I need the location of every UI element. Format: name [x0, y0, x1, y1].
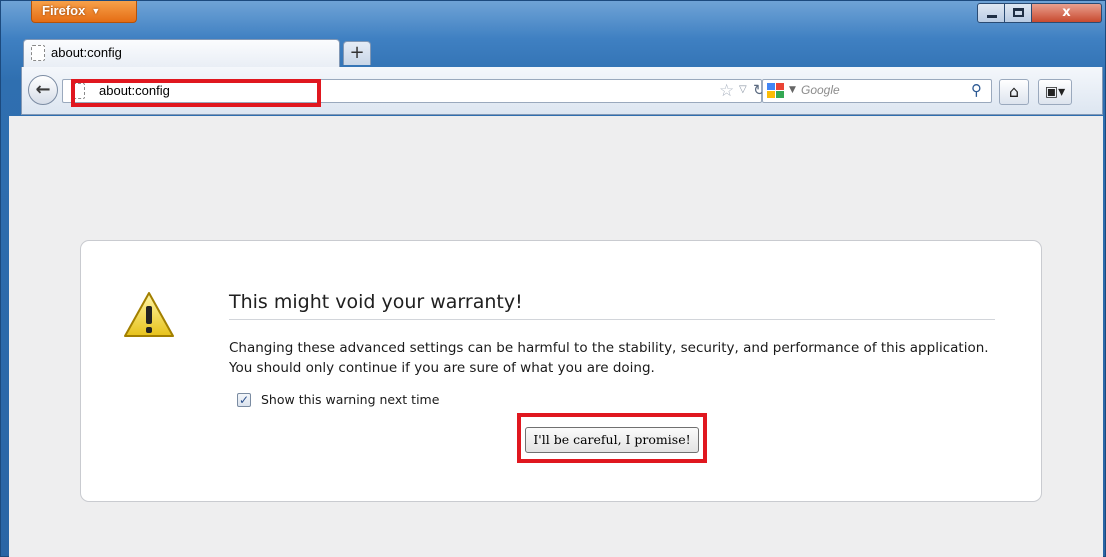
- close-button[interactable]: x: [1032, 3, 1102, 23]
- maximize-button[interactable]: [1005, 3, 1032, 23]
- firefox-menu-button[interactable]: Firefox ▼: [31, 1, 137, 23]
- bookmark-star-icon[interactable]: ☆: [719, 81, 734, 101]
- url-bar-highlight: [71, 79, 321, 107]
- warning-description: Changing these advanced settings can be …: [229, 340, 989, 376]
- back-arrow-icon: ←: [35, 79, 51, 100]
- minimize-button[interactable]: [977, 3, 1005, 23]
- bookmarks-button[interactable]: ▣▾: [1038, 79, 1072, 105]
- browser-window: Firefox ▼ x about:config + ← about:config…: [0, 0, 1106, 557]
- tab-about-config[interactable]: about:config: [23, 39, 340, 67]
- new-tab-button[interactable]: +: [343, 41, 371, 65]
- home-button[interactable]: ⌂: [999, 79, 1029, 105]
- google-engine-icon[interactable]: [767, 83, 785, 99]
- search-engine-dropdown-icon[interactable]: ▼: [789, 85, 796, 95]
- back-button[interactable]: ←: [28, 75, 58, 105]
- search-input[interactable]: Google: [801, 83, 840, 97]
- page-icon: [31, 45, 45, 61]
- dropdown-arrow-icon: ▼: [91, 6, 101, 16]
- warning-icon: [124, 292, 174, 337]
- search-icon[interactable]: ⚲: [971, 81, 982, 99]
- page-content: This might void your warranty! Changing …: [9, 116, 1103, 557]
- url-history-dropdown-icon[interactable]: ▽: [739, 84, 747, 95]
- confirm-button-highlight: [517, 413, 707, 463]
- search-bar[interactable]: ▼ Google ⚲: [762, 79, 992, 103]
- title-bar: Firefox ▼ x: [1, 1, 1105, 35]
- maximize-icon: [1013, 8, 1024, 17]
- home-icon: ⌂: [1008, 82, 1020, 101]
- warning-dialog: This might void your warranty! Changing …: [80, 240, 1042, 502]
- warning-title: This might void your warranty!: [229, 291, 523, 313]
- bookmarks-icon: ▣▾: [1044, 84, 1066, 100]
- firefox-menu-label: Firefox: [42, 3, 86, 18]
- show-warning-label[interactable]: Show this warning next time: [261, 392, 439, 407]
- show-warning-checkbox[interactable]: ✓: [237, 393, 251, 407]
- title-divider: [229, 319, 995, 320]
- tab-label: about:config: [51, 45, 122, 60]
- minimize-icon: [987, 15, 997, 18]
